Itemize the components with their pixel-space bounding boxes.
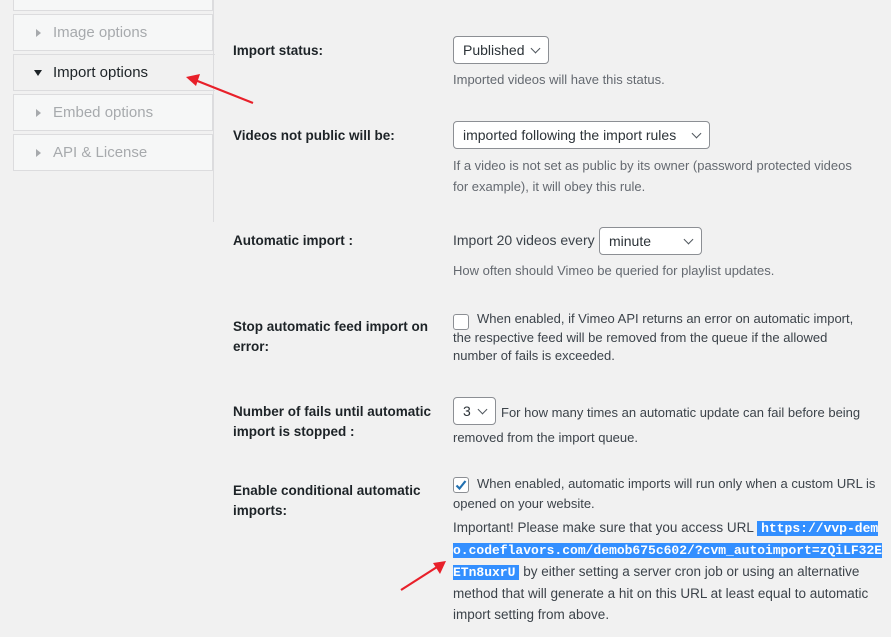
annotation-arrow-icon [186, 74, 254, 105]
annotation-arrows [186, 74, 446, 591]
annotation-arrow-icon [400, 561, 446, 591]
